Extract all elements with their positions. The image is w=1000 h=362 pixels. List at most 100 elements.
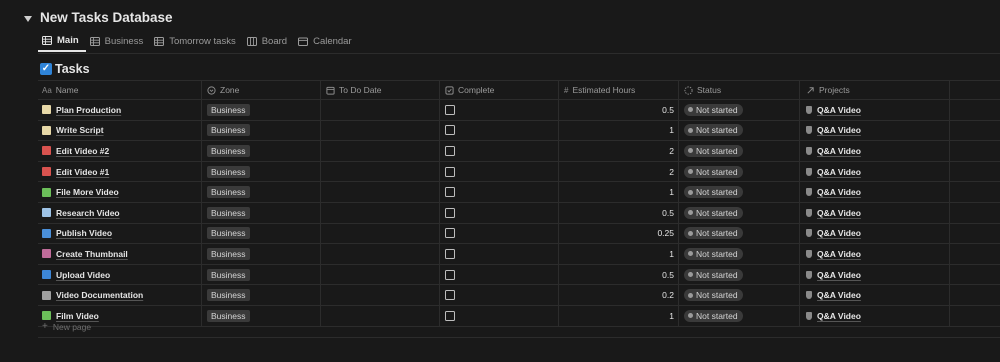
projects-cell[interactable]: Q&A Video xyxy=(800,244,950,264)
table-row[interactable]: Upload Video Business 0.5 Not started Q&… xyxy=(38,264,1000,286)
date-cell[interactable] xyxy=(321,264,440,285)
date-cell[interactable] xyxy=(321,244,440,264)
task-name[interactable]: Edit Video #1 xyxy=(56,167,109,177)
date-cell[interactable] xyxy=(321,202,440,223)
projects-cell[interactable]: Q&A Video xyxy=(800,161,950,182)
project-link[interactable]: Q&A Video xyxy=(806,228,861,238)
date-cell[interactable] xyxy=(321,223,440,244)
project-link[interactable]: Q&A Video xyxy=(806,125,861,135)
task-name[interactable]: Film Video xyxy=(56,311,99,321)
project-link[interactable]: Q&A Video xyxy=(806,290,861,300)
hours-cell[interactable]: 0.5 xyxy=(559,202,679,223)
projects-cell[interactable]: Q&A Video xyxy=(800,285,950,305)
view-tab-business[interactable]: Business xyxy=(86,31,151,52)
hours-cell[interactable]: 1 xyxy=(559,305,679,326)
complete-checkbox[interactable] xyxy=(445,207,455,218)
date-cell[interactable] xyxy=(321,120,440,141)
date-cell[interactable] xyxy=(321,182,440,202)
table-row[interactable]: Write Script Business 1 Not started Q&A … xyxy=(38,120,1000,142)
task-name[interactable]: Video Documentation xyxy=(56,290,143,300)
hours-cell[interactable]: 1 xyxy=(559,182,679,202)
hours-cell[interactable]: 1 xyxy=(559,120,679,141)
project-link[interactable]: Q&A Video xyxy=(806,187,861,197)
name-cell[interactable]: Edit Video #2 xyxy=(38,141,202,161)
task-name[interactable]: Research Video xyxy=(56,208,120,218)
project-link[interactable]: Q&A Video xyxy=(806,270,861,280)
date-cell[interactable] xyxy=(321,305,440,326)
complete-checkbox[interactable] xyxy=(445,310,455,321)
status-cell[interactable]: Not started xyxy=(679,161,800,182)
table-title-text[interactable]: Tasks xyxy=(55,62,90,76)
date-cell[interactable] xyxy=(321,100,440,120)
name-cell[interactable]: Publish Video xyxy=(38,223,202,244)
table-row[interactable]: Edit Video #2 Business 2 Not started Q&A… xyxy=(38,141,1000,162)
status-cell[interactable]: Not started xyxy=(679,264,800,285)
table-row[interactable]: File More Video Business 1 Not started Q… xyxy=(38,182,1000,203)
table-row[interactable]: Research Video Business 0.5 Not started … xyxy=(38,202,1000,224)
projects-cell[interactable]: Q&A Video xyxy=(800,100,950,120)
column-header-status[interactable]: Status xyxy=(679,81,800,99)
complete-checkbox[interactable] xyxy=(445,228,455,239)
table-row[interactable]: Publish Video Business 0.25 Not started … xyxy=(38,223,1000,245)
status-cell[interactable]: Not started xyxy=(679,285,800,305)
hours-cell[interactable]: 0.5 xyxy=(559,264,679,285)
task-name[interactable]: Edit Video #2 xyxy=(56,146,109,156)
zone-cell[interactable]: Business xyxy=(202,120,321,141)
complete-checkbox[interactable] xyxy=(445,166,455,177)
status-cell[interactable]: Not started xyxy=(679,182,800,202)
complete-checkbox[interactable] xyxy=(445,269,455,280)
zone-cell[interactable]: Business xyxy=(202,141,321,161)
name-cell[interactable]: Research Video xyxy=(38,202,202,223)
projects-cell[interactable]: Q&A Video xyxy=(800,305,950,326)
zone-cell[interactable]: Business xyxy=(202,161,321,182)
task-name[interactable]: Upload Video xyxy=(56,270,110,280)
status-cell[interactable]: Not started xyxy=(679,100,800,120)
column-header-hours[interactable]: # Estimated Hours xyxy=(559,81,679,99)
zone-cell[interactable]: Business xyxy=(202,264,321,285)
name-cell[interactable]: File More Video xyxy=(38,182,202,202)
hours-cell[interactable]: 0.2 xyxy=(559,285,679,305)
projects-cell[interactable]: Q&A Video xyxy=(800,120,950,141)
database-title[interactable]: New Tasks Database xyxy=(40,10,173,25)
view-tab-tomorrow-tasks[interactable]: Tomorrow tasks xyxy=(150,31,243,52)
table-row[interactable]: Plan Production Business 0.5 Not started… xyxy=(38,100,1000,121)
status-cell[interactable]: Not started xyxy=(679,223,800,244)
task-name[interactable]: Create Thumbnail xyxy=(56,249,128,259)
view-tab-board[interactable]: Board xyxy=(243,31,294,52)
complete-checkbox[interactable] xyxy=(445,145,455,156)
zone-cell[interactable]: Business xyxy=(202,285,321,305)
task-name[interactable]: Write Script xyxy=(56,125,104,135)
projects-cell[interactable]: Q&A Video xyxy=(800,182,950,202)
collapse-toggle-icon[interactable] xyxy=(24,15,32,22)
name-cell[interactable]: Video Documentation xyxy=(38,285,202,305)
column-header-complete[interactable]: Complete xyxy=(440,81,559,99)
new-page-button[interactable]: + New page xyxy=(42,321,91,332)
project-link[interactable]: Q&A Video xyxy=(806,167,861,177)
hours-cell[interactable]: 2 xyxy=(559,141,679,161)
table-row[interactable]: Edit Video #1 Business 2 Not started Q&A… xyxy=(38,161,1000,183)
projects-cell[interactable]: Q&A Video xyxy=(800,223,950,244)
hours-cell[interactable]: 1 xyxy=(559,244,679,264)
project-link[interactable]: Q&A Video xyxy=(806,105,861,115)
hours-cell[interactable]: 2 xyxy=(559,161,679,182)
complete-checkbox[interactable] xyxy=(445,125,455,136)
name-cell[interactable]: Create Thumbnail xyxy=(38,244,202,264)
status-cell[interactable]: Not started xyxy=(679,141,800,161)
project-link[interactable]: Q&A Video xyxy=(806,249,861,259)
hours-cell[interactable]: 0.25 xyxy=(559,223,679,244)
zone-cell[interactable]: Business xyxy=(202,223,321,244)
status-cell[interactable]: Not started xyxy=(679,244,800,264)
projects-cell[interactable]: Q&A Video xyxy=(800,202,950,223)
status-cell[interactable]: Not started xyxy=(679,305,800,326)
date-cell[interactable] xyxy=(321,161,440,182)
task-name[interactable]: Publish Video xyxy=(56,228,112,238)
project-link[interactable]: Q&A Video xyxy=(806,146,861,156)
hours-cell[interactable]: 0.5 xyxy=(559,100,679,120)
project-link[interactable]: Q&A Video xyxy=(806,208,861,218)
task-name[interactable]: Plan Production xyxy=(56,105,121,115)
column-header-name[interactable]: Aa Name xyxy=(38,81,202,99)
view-tab-main[interactable]: Main xyxy=(38,31,86,52)
name-cell[interactable]: Upload Video xyxy=(38,264,202,285)
task-name[interactable]: File More Video xyxy=(56,187,119,197)
zone-cell[interactable]: Business xyxy=(202,202,321,223)
